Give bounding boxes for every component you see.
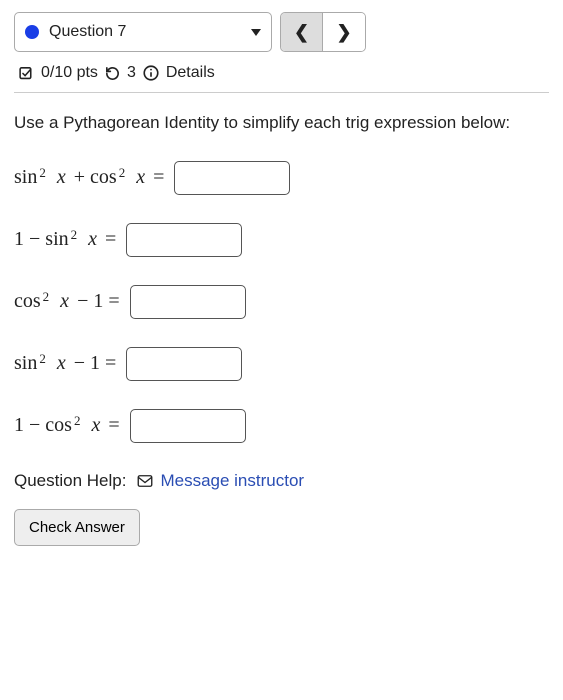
checkbox-icon bbox=[18, 65, 35, 82]
expression-row: 1 − sin2 x = bbox=[14, 223, 549, 257]
expression-2: 1 − sin2 x = bbox=[14, 228, 116, 251]
next-question-button[interactable]: ❯ bbox=[323, 13, 365, 51]
prev-question-button[interactable]: ❮ bbox=[281, 13, 323, 51]
answer-input-3[interactable] bbox=[130, 285, 246, 319]
expression-1: sin2 x + cos2 x = bbox=[14, 166, 164, 189]
expression-4: sin2 x − 1 = bbox=[14, 352, 116, 375]
points-text: 0/10 pts bbox=[41, 64, 98, 82]
retry-count: 3 bbox=[127, 64, 136, 82]
answer-input-5[interactable] bbox=[130, 409, 246, 443]
answer-input-4[interactable] bbox=[126, 347, 242, 381]
question-meta: 0/10 pts 3 Details bbox=[14, 62, 549, 93]
check-answer-button[interactable]: Check Answer bbox=[14, 509, 140, 546]
message-instructor-link[interactable]: Message instructor bbox=[136, 471, 304, 491]
mail-icon bbox=[136, 472, 154, 490]
question-nav-group: ❮ ❯ bbox=[280, 12, 366, 52]
status-dot-icon bbox=[25, 25, 39, 39]
expression-row: 1 − cos2 x = bbox=[14, 409, 549, 443]
chevron-down-icon bbox=[251, 29, 261, 36]
expression-5: 1 − cos2 x = bbox=[14, 414, 120, 437]
question-nav-bar: Question 7 ❮ ❯ bbox=[14, 12, 549, 52]
question-title: Question 7 bbox=[49, 23, 126, 41]
expression-row: sin2 x + cos2 x = bbox=[14, 161, 549, 195]
chevron-right-icon: ❯ bbox=[336, 22, 351, 43]
answer-input-2[interactable] bbox=[126, 223, 242, 257]
expression-row: cos2 x − 1 = bbox=[14, 285, 549, 319]
question-help: Question Help: Message instructor bbox=[14, 471, 549, 491]
question-selector[interactable]: Question 7 bbox=[14, 12, 272, 52]
answer-input-1[interactable] bbox=[174, 161, 290, 195]
expression-row: sin2 x − 1 = bbox=[14, 347, 549, 381]
details-link[interactable]: Details bbox=[166, 64, 215, 82]
info-icon[interactable] bbox=[142, 64, 160, 82]
retry-icon bbox=[104, 65, 121, 82]
message-instructor-text: Message instructor bbox=[160, 471, 304, 491]
question-prompt: Use a Pythagorean Identity to simplify e… bbox=[14, 111, 549, 135]
help-label: Question Help: bbox=[14, 471, 126, 491]
chevron-left-icon: ❮ bbox=[294, 22, 309, 43]
expression-3: cos2 x − 1 = bbox=[14, 290, 120, 313]
